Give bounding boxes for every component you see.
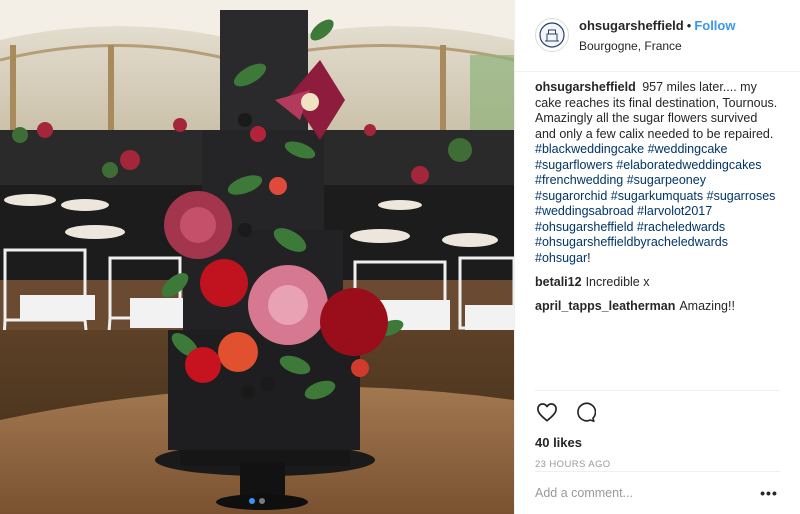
follow-button[interactable]: Follow: [694, 18, 735, 33]
post-header: ohsugarsheffield • Follow Bourgogne, Franc…: [515, 0, 800, 72]
comment-text: Incredible x: [585, 275, 650, 289]
carousel-indicator: [0, 498, 514, 504]
post-photo[interactable]: [0, 0, 514, 514]
header-username[interactable]: ohsugarsheffield: [579, 18, 684, 33]
like-button[interactable]: [535, 400, 559, 424]
comment-username[interactable]: april_tapps_leatherman: [535, 299, 675, 313]
post-sidebar: ohsugarsheffield • Follow Bourgogne, Franc…: [514, 0, 800, 514]
comment-button[interactable]: [573, 400, 597, 424]
comment-input[interactable]: [535, 486, 758, 500]
post-timestamp: 23 HOURS AGO: [535, 459, 611, 470]
post-caption: ohsugarsheffield 957 miles later.... my …: [535, 80, 780, 266]
avatar[interactable]: [535, 18, 569, 52]
comment-text: Amazing!!: [679, 299, 735, 313]
comment-item: april_tapps_leatherman Amazing!!: [535, 298, 780, 314]
like-count[interactable]: 40 likes: [535, 435, 780, 450]
header-separator: •: [686, 18, 692, 33]
comment-item: betali12 Incredible x: [535, 274, 780, 290]
caption-trailing: !: [587, 250, 591, 265]
heart-icon: [537, 403, 557, 422]
location-link[interactable]: Bourgogne, France: [579, 39, 735, 53]
add-comment-bar: •••: [535, 471, 780, 514]
carousel-dot-2[interactable]: [259, 498, 265, 504]
caption-hashtags[interactable]: #blackweddingcake #weddingcake #sugarflo…: [535, 142, 775, 265]
post-actions: 40 likes 23 HOURS AGO: [535, 390, 780, 470]
comment-username[interactable]: betali12: [535, 275, 582, 289]
wedding-cake-photo: [0, 0, 514, 514]
more-options-button[interactable]: •••: [758, 483, 780, 503]
speech-bubble-icon: [576, 402, 596, 422]
caption-username[interactable]: ohsugarsheffield: [535, 80, 636, 94]
comments-list: ohsugarsheffield 957 miles later.... my …: [515, 72, 800, 390]
carousel-dot-1[interactable]: [249, 498, 255, 504]
cake-logo-icon: [539, 22, 565, 48]
